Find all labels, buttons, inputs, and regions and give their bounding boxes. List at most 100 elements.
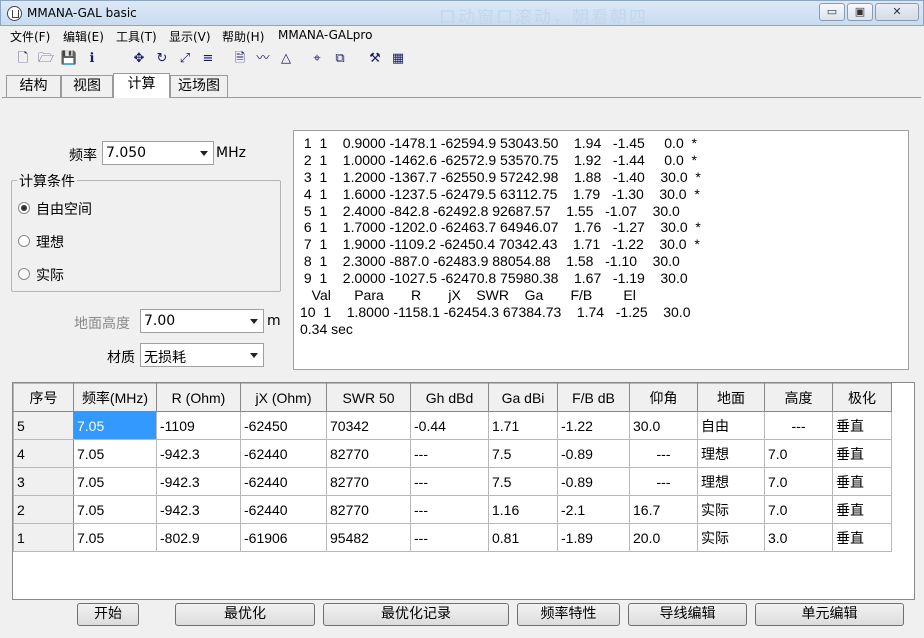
table-cell[interactable]: -802.9 [156,523,241,552]
rotate-icon[interactable]: ↻ [153,50,171,68]
minimize-button[interactable]: ▭ [819,3,845,21]
table-cell[interactable]: --- [764,411,833,440]
table-cell[interactable]: -62450 [240,411,327,440]
table-cell[interactable]: 7.0 [764,495,833,524]
menu-edit[interactable]: 编辑(E) [63,28,104,45]
table-cell[interactable]: 7.5 [488,467,558,496]
table-row[interactable]: 1 7.05 -802.9 -61906 95482 --- 0.81 -1.8… [13,523,892,552]
copy-icon[interactable]: ⧉ [331,50,349,68]
table-cell[interactable]: -62440 [240,467,327,496]
menu-file[interactable]: 文件(F) [10,28,50,45]
table-cell-selected[interactable]: 7.05 [73,411,157,440]
column-header[interactable]: 高度 [764,383,833,412]
column-header[interactable]: 频率(MHz) [73,383,157,412]
table-cell[interactable]: -942.3 [156,467,241,496]
document-icon[interactable]: 🗎 [231,50,249,68]
tab-structure[interactable]: 结构 [6,75,61,97]
table-cell[interactable]: --- [629,467,698,496]
tab-view[interactable]: 视图 [61,75,113,97]
table-cell[interactable]: 垂直 [832,439,892,468]
wire-edit-icon[interactable]: 〰 [254,50,272,68]
table-row[interactable]: 4 7.05 -942.3 -62440 82770 --- 7.5 -0.89… [13,439,892,468]
table-cell[interactable]: 理想 [697,467,765,496]
column-header[interactable]: 地面 [697,383,765,412]
table-cell[interactable]: 垂直 [832,467,892,496]
table-cell[interactable]: 30.0 [629,411,698,440]
table-cell[interactable]: 实际 [697,523,765,552]
table-cell[interactable]: 7.05 [73,495,157,524]
row-number-cell[interactable]: 1 [13,523,74,552]
ground-height-combo[interactable]: 7.00 [140,309,264,333]
table-cell[interactable]: --- [629,439,698,468]
table-cell[interactable]: 垂直 [832,523,892,552]
table-cell[interactable]: 20.0 [629,523,698,552]
table-cell[interactable]: 7.05 [73,523,157,552]
tab-far-field[interactable]: 远场图 [170,75,228,97]
table-cell[interactable]: 7.0 [764,467,833,496]
table-cell[interactable]: 82770 [326,495,411,524]
optimization-output[interactable]: 1 1 0.9000 -1478.1 -62594.9 53043.50 1.9… [293,130,909,370]
table-cell[interactable]: 1.16 [488,495,558,524]
elements-icon[interactable]: ≡ [199,50,217,68]
table-row[interactable]: 2 7.05 -942.3 -62440 82770 --- 1.16 -2.1… [13,495,892,524]
menu-view[interactable]: 显示(V) [169,28,211,45]
table-cell[interactable]: 7.5 [488,439,558,468]
table-row[interactable]: 3 7.05 -942.3 -62440 82770 --- 7.5 -0.89… [13,467,892,496]
table-cell[interactable]: -0.44 [410,411,489,440]
row-number-cell[interactable]: 2 [13,495,74,524]
target-icon[interactable]: ⌖ [308,50,326,68]
row-number-cell[interactable]: 3 [13,467,74,496]
scale-icon[interactable]: ⤢ [176,50,194,68]
table-cell[interactable]: -0.89 [557,467,630,496]
calculator-icon[interactable]: ▦ [389,50,407,68]
row-number-cell[interactable]: 4 [13,439,74,468]
new-file-icon[interactable]: 🗋 [14,50,32,68]
table-cell[interactable]: 82770 [326,467,411,496]
table-cell[interactable]: -62440 [240,495,327,524]
table-cell[interactable]: --- [410,467,489,496]
table-cell[interactable]: -1109 [156,411,241,440]
frequency-combo[interactable]: 7.050 [102,141,214,165]
results-grid[interactable]: 序号 频率(MHz) R (Ohm) jX (Ohm) SWR 50 Gh dB… [12,382,915,600]
tools-icon[interactable]: ⚒ [366,50,384,68]
table-cell[interactable]: 95482 [326,523,411,552]
frequency-response-button[interactable]: 频率特性 [517,603,620,626]
table-cell[interactable]: -942.3 [156,439,241,468]
material-combo[interactable]: 无损耗 [140,343,264,367]
table-cell[interactable]: 垂直 [832,495,892,524]
column-header[interactable]: 极化 [832,383,892,412]
element-edit-button[interactable]: 单元编辑 [755,603,904,626]
column-header[interactable]: Ga dBi [488,383,558,412]
table-cell[interactable]: -1.89 [557,523,630,552]
table-cell[interactable]: -942.3 [156,495,241,524]
table-cell[interactable]: --- [410,439,489,468]
wire-edit-button[interactable]: 导线编辑 [628,603,747,626]
column-header[interactable]: R (Ohm) [156,383,241,412]
maximize-button[interactable]: ▣ [847,3,873,21]
table-cell[interactable]: 1.71 [488,411,558,440]
radio-unselected-icon[interactable] [18,268,30,280]
table-cell[interactable]: -2.1 [557,495,630,524]
table-cell[interactable]: 0.81 [488,523,558,552]
column-header[interactable]: SWR 50 [326,383,411,412]
radio-selected-icon[interactable] [18,202,30,214]
menu-help[interactable]: 帮助(H) [222,28,264,45]
column-header[interactable]: Gh dBd [410,383,489,412]
table-cell[interactable]: 垂直 [832,411,892,440]
table-cell[interactable]: --- [410,495,489,524]
table-cell[interactable]: 7.0 [764,439,833,468]
table-cell[interactable]: 实际 [697,495,765,524]
table-cell[interactable]: --- [410,523,489,552]
table-cell[interactable]: 7.05 [73,439,157,468]
column-header[interactable]: jX (Ohm) [240,383,327,412]
optimization-log-button[interactable]: 最优化记录 [323,603,509,626]
open-folder-icon[interactable]: 🗁 [37,50,55,68]
table-cell[interactable]: 82770 [326,439,411,468]
menu-tools[interactable]: 工具(T) [116,28,157,45]
table-cell[interactable]: 3.0 [764,523,833,552]
move-icon[interactable]: ✥ [130,50,148,68]
menu-mmana-gal-pro[interactable]: MMANA-GALpro [278,28,372,42]
info-icon[interactable]: ℹ [83,50,101,68]
close-button[interactable]: ✕ [875,3,919,21]
radio-unselected-icon[interactable] [18,235,30,247]
